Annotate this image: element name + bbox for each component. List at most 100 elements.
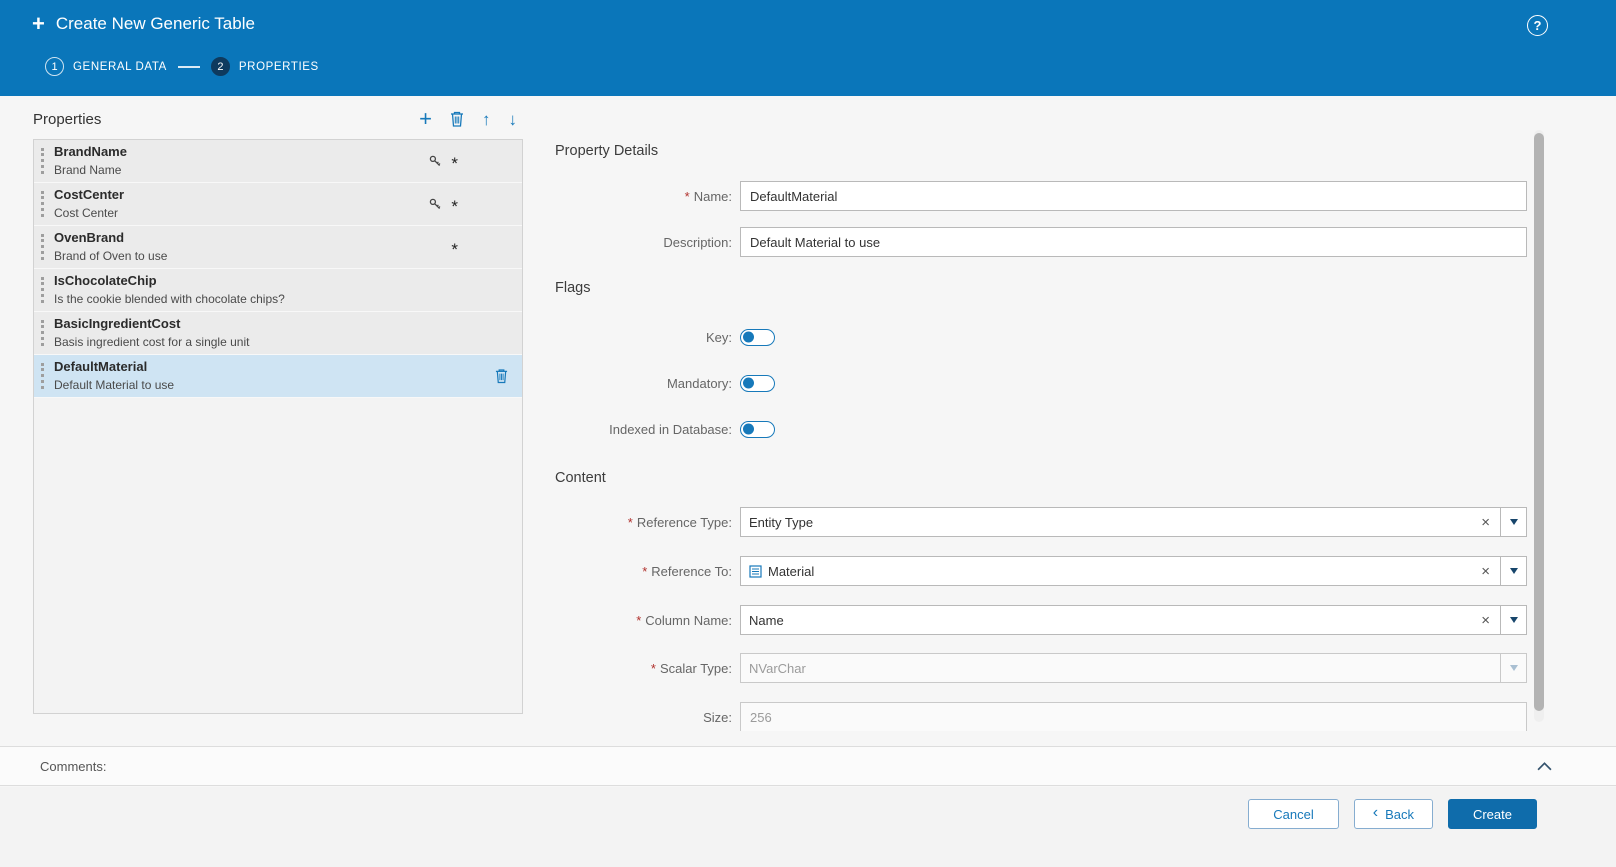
property-name: CostCenter <box>54 186 124 205</box>
chevron-down-icon <box>1510 617 1518 623</box>
toggle-knob <box>743 378 754 389</box>
move-up-button[interactable]: ↑ <box>482 111 491 128</box>
drag-handle-icon[interactable] <box>41 363 44 389</box>
reference-type-dropdown-button[interactable] <box>1500 507 1527 537</box>
delete-row-button[interactable] <box>495 369 508 384</box>
property-description: Is the cookie blended with chocolate chi… <box>54 291 285 308</box>
column-name-combobox[interactable]: Name × <box>740 605 1501 635</box>
property-row-brandname[interactable]: BrandName Brand Name * <box>34 140 522 183</box>
clear-icon[interactable]: × <box>1479 564 1492 579</box>
reference-type-label: * Reference Type: <box>555 515 740 530</box>
reference-to-combobox[interactable]: Material × <box>740 556 1501 586</box>
key-icon <box>429 198 441 210</box>
drag-handle-icon[interactable] <box>41 234 44 260</box>
trash-icon <box>450 111 464 127</box>
required-icon: * <box>451 193 458 215</box>
step-properties[interactable]: 2 PROPERTIES <box>211 57 319 76</box>
wizard-steps: 1 GENERAL DATA 2 PROPERTIES <box>45 57 319 76</box>
comments-bar: Comments: <box>0 746 1616 786</box>
step-general-data[interactable]: 1 GENERAL DATA <box>45 57 167 76</box>
footer: Cancel ‹ Back Create <box>0 787 1616 867</box>
step-2-label: PROPERTIES <box>239 61 319 73</box>
chevron-up-icon <box>1537 762 1552 771</box>
reference-type-combobox[interactable]: Entity Type × <box>740 507 1501 537</box>
size-input: 256 <box>740 702 1527 731</box>
chevron-left-icon: ‹ <box>1373 805 1378 823</box>
column-name-dropdown-button[interactable] <box>1500 605 1527 635</box>
cancel-button[interactable]: Cancel <box>1248 799 1338 829</box>
required-marker: * <box>685 189 690 204</box>
flags-title: Flags <box>555 280 590 296</box>
plus-icon: + <box>32 13 45 35</box>
back-button[interactable]: ‹ Back <box>1354 799 1433 829</box>
required-marker: * <box>651 661 656 676</box>
toggle-knob <box>743 424 754 435</box>
move-down-button[interactable]: ↓ <box>509 111 518 128</box>
description-input[interactable]: Default Material to use <box>740 227 1527 257</box>
property-name: DefaultMaterial <box>54 358 174 377</box>
name-input[interactable]: DefaultMaterial <box>740 181 1527 211</box>
step-2-circle: 2 <box>211 57 230 76</box>
scalar-type-label: * Scalar Type: <box>555 661 740 676</box>
indexed-label: Indexed in Database: <box>555 422 740 437</box>
content-title: Content <box>555 470 606 486</box>
reference-to-label: * Reference To: <box>555 564 740 579</box>
property-row-ovenbrand[interactable]: OvenBrand Brand of Oven to use * <box>34 226 522 269</box>
property-row-defaultmaterial[interactable]: DefaultMaterial Default Material to use <box>34 355 522 398</box>
property-description: Default Material to use <box>54 377 174 394</box>
property-row-basicingredientcost[interactable]: BasicIngredientCost Basis ingredient cos… <box>34 312 522 355</box>
add-property-button[interactable]: + <box>419 108 432 130</box>
drag-handle-icon[interactable] <box>41 191 44 217</box>
trash-icon <box>495 369 508 384</box>
clear-icon[interactable]: × <box>1479 515 1492 530</box>
property-description: Basis ingredient cost for a single unit <box>54 334 249 351</box>
step-1-label: GENERAL DATA <box>73 61 167 73</box>
required-marker: * <box>642 564 647 579</box>
entity-icon <box>749 565 762 578</box>
help-icon: ? <box>1534 18 1542 33</box>
name-label: * Name: <box>555 189 740 204</box>
property-description: Brand Name <box>54 162 127 179</box>
properties-toolbar: + ↑ ↓ <box>419 108 523 130</box>
required-marker: * <box>628 515 633 530</box>
key-toggle[interactable] <box>740 329 775 346</box>
properties-panel-title: Properties <box>33 111 101 128</box>
required-icon: * <box>451 236 458 258</box>
property-details-title: Property Details <box>555 143 658 159</box>
help-button[interactable]: ? <box>1527 15 1548 36</box>
drag-handle-icon[interactable] <box>41 320 44 346</box>
collapse-comments-button[interactable] <box>1537 762 1552 771</box>
comments-label: Comments: <box>40 759 106 774</box>
property-name: BasicIngredientCost <box>54 315 249 334</box>
scalar-type-combobox: NVarChar <box>740 653 1501 683</box>
chevron-down-icon <box>1510 568 1518 574</box>
create-button[interactable]: Create <box>1448 799 1537 829</box>
property-row-costcenter[interactable]: CostCenter Cost Center * <box>34 183 522 226</box>
description-label: Description: <box>555 235 740 250</box>
mandatory-toggle[interactable] <box>740 375 775 392</box>
scalar-type-dropdown-button <box>1500 653 1527 683</box>
column-name-label: * Column Name: <box>555 613 740 628</box>
vertical-scrollbar[interactable] <box>1534 130 1544 722</box>
property-name: OvenBrand <box>54 229 167 248</box>
scrollbar-thumb[interactable] <box>1534 133 1544 711</box>
drag-handle-icon[interactable] <box>41 148 44 174</box>
indexed-toggle[interactable] <box>740 421 775 438</box>
chevron-down-icon <box>1510 665 1518 671</box>
required-icon: * <box>451 150 458 172</box>
property-row-ischocolatechip[interactable]: IsChocolateChip Is the cookie blended wi… <box>34 269 522 312</box>
drag-handle-icon[interactable] <box>41 277 44 303</box>
property-description: Brand of Oven to use <box>54 248 167 265</box>
main-content: Properties + ↑ ↓ BrandName Brand Name <box>0 96 1616 731</box>
key-label: Key: <box>555 330 740 345</box>
dialog-title: Create New Generic Table <box>56 14 255 34</box>
clear-icon[interactable]: × <box>1479 613 1492 628</box>
delete-property-button[interactable] <box>450 111 464 127</box>
properties-list: BrandName Brand Name * CostCenter Cost C… <box>33 139 523 714</box>
dialog-header: + Create New Generic Table ? 1 GENERAL D… <box>0 0 1616 96</box>
size-label: Size: <box>555 710 740 725</box>
step-1-circle: 1 <box>45 57 64 76</box>
key-icon <box>429 155 441 167</box>
required-marker: * <box>636 613 641 628</box>
reference-to-dropdown-button[interactable] <box>1500 556 1527 586</box>
